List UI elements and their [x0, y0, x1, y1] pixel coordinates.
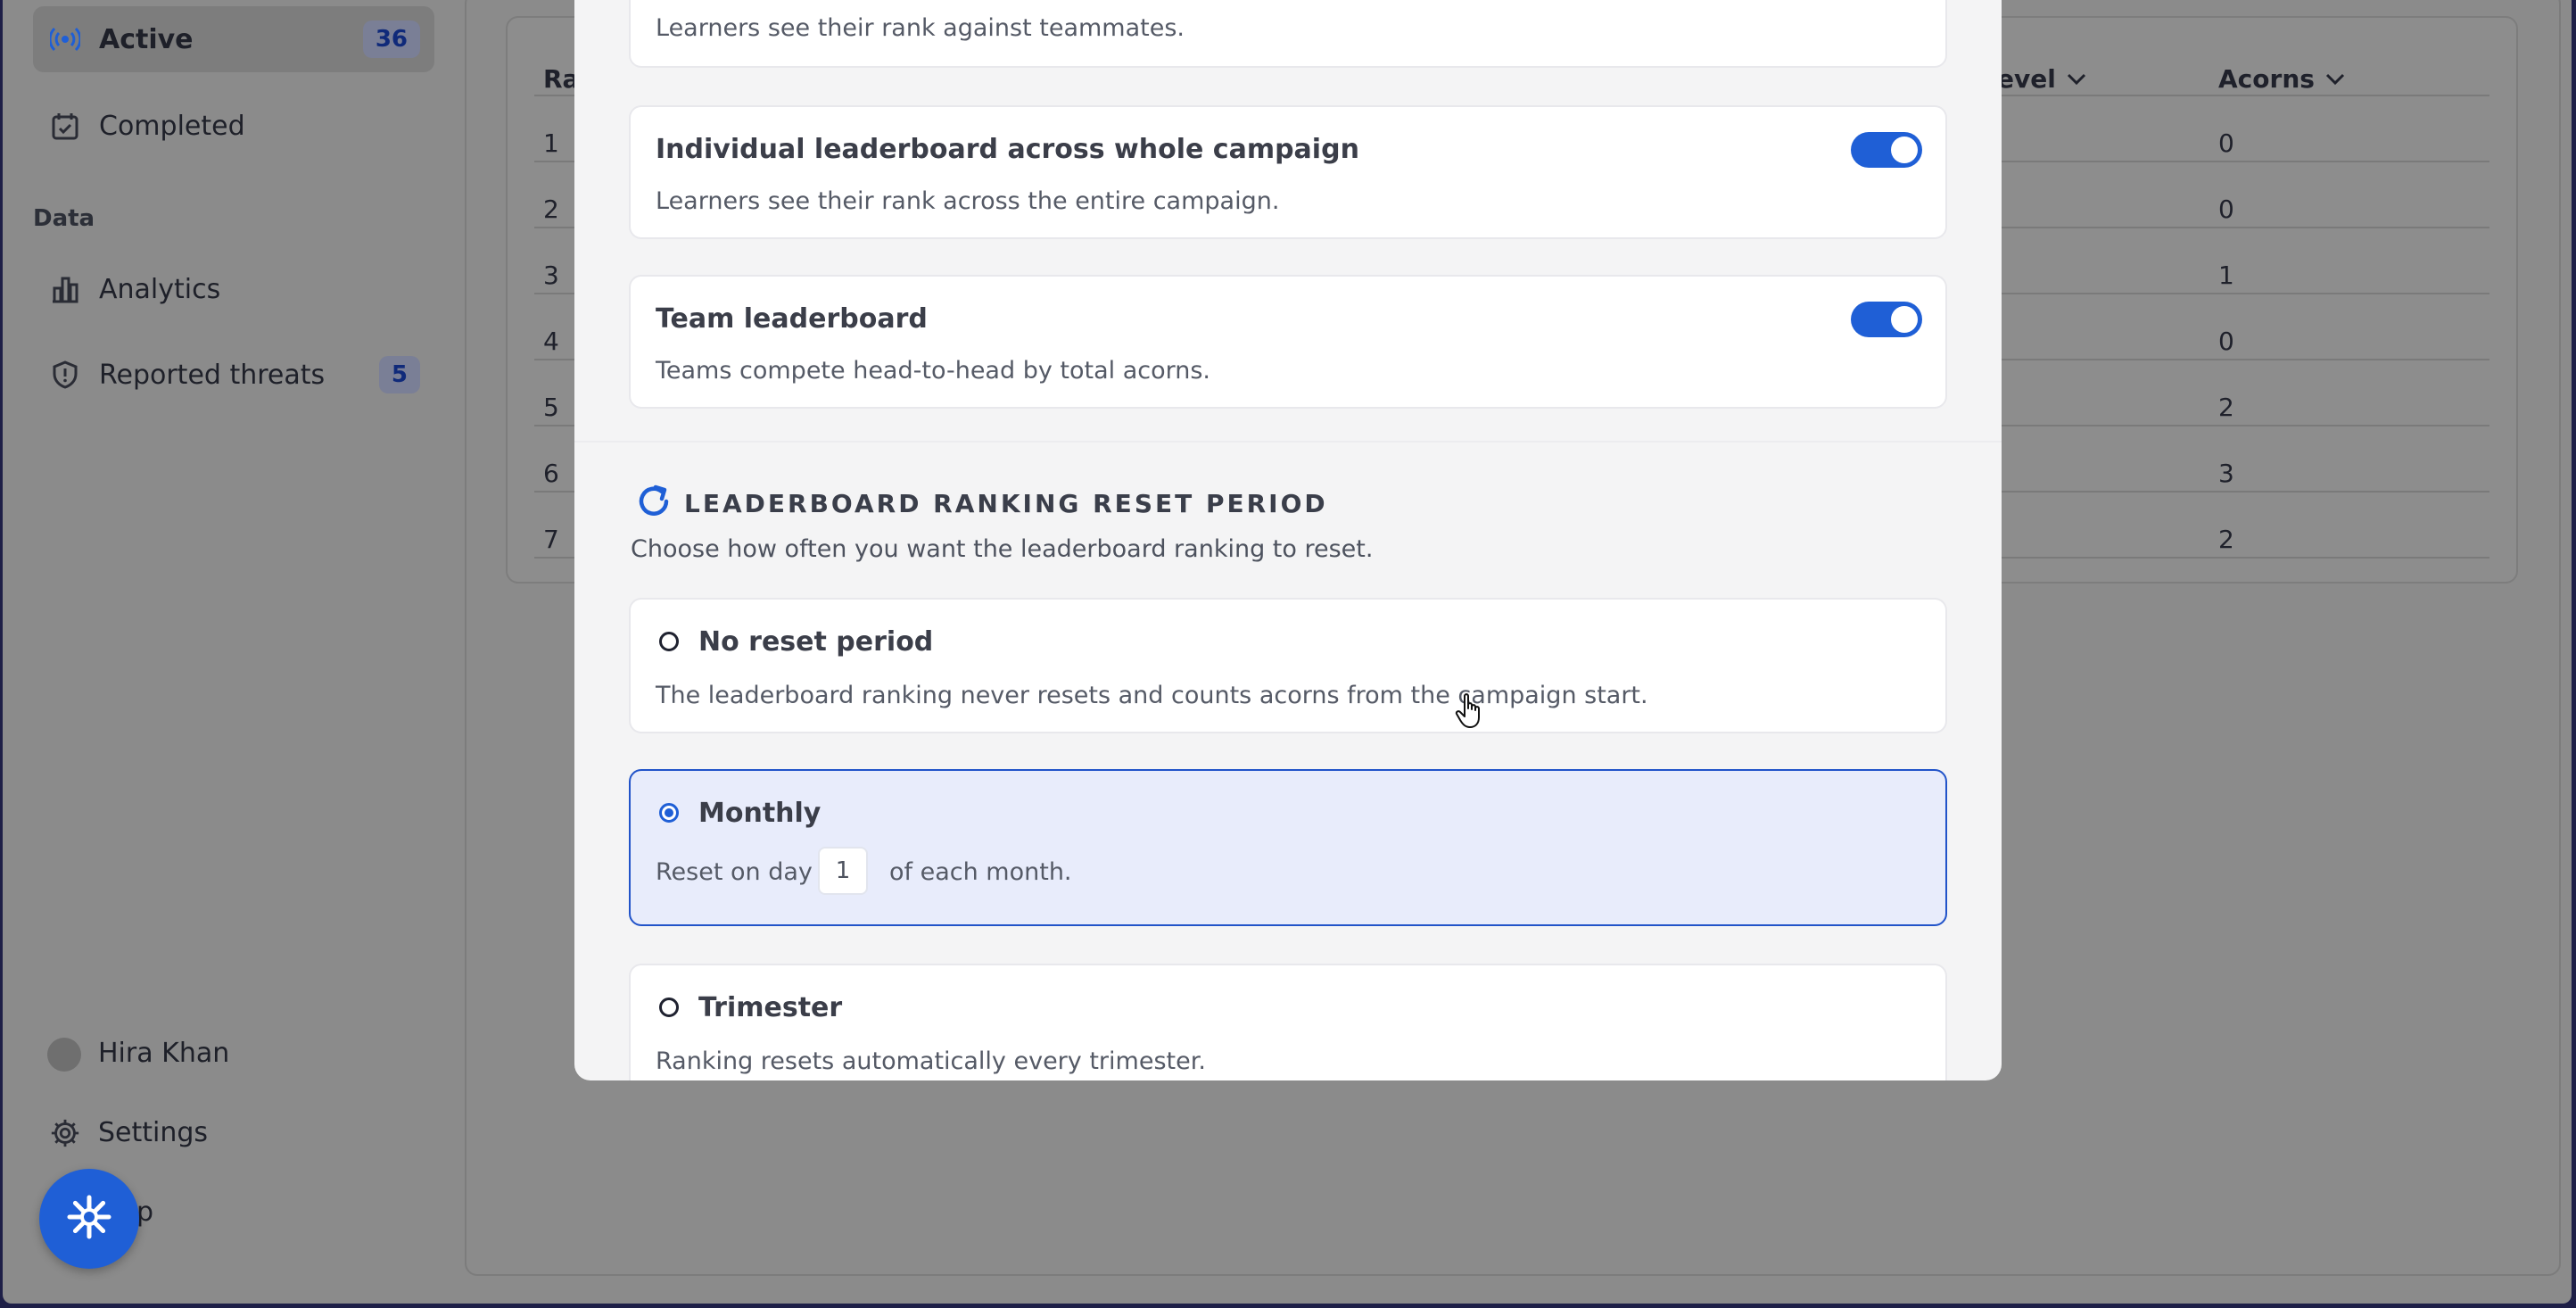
- reset-option-title: No reset period: [698, 626, 934, 658]
- chevron-down-icon: [2067, 73, 2085, 85]
- threats-count-badge: 5: [378, 356, 420, 393]
- sidebar-item-label: Reported threats: [99, 359, 326, 391]
- reset-day-label: Reset on day: [656, 858, 813, 886]
- help-link[interactable]: p: [136, 1196, 153, 1228]
- individual-leaderboard-card: Individual leaderboard across whole camp…: [629, 105, 1947, 239]
- shield-alert-icon: [49, 359, 81, 391]
- col-header-acorns-label: Acorns: [2218, 64, 2315, 94]
- app-screen: Active 36 Completed Data Analytics Repor…: [3, 0, 2572, 1304]
- leaderboard-settings-modal: Learners see their rank against teammate…: [574, 0, 2002, 1080]
- reset-option-none[interactable]: No reset period The leaderboard ranking …: [629, 598, 1947, 733]
- team-rank-desc: Learners see their rank against teammate…: [656, 14, 1185, 42]
- rank-cell: 4: [543, 327, 559, 356]
- section-divider: [574, 441, 2002, 443]
- rank-cell: 2: [543, 195, 559, 224]
- avatar[interactable]: [47, 1038, 81, 1072]
- chevron-down-icon: [2325, 73, 2344, 85]
- rank-cell: 3: [543, 261, 559, 290]
- col-header-level-label: evel: [1997, 64, 2056, 94]
- broadcast-icon: [49, 23, 81, 55]
- bar-chart-icon: [49, 273, 81, 305]
- user-name[interactable]: Hira Khan: [98, 1038, 229, 1069]
- acorns-cell: 3: [2218, 459, 2234, 488]
- individual-leaderboard-toggle[interactable]: [1851, 132, 1922, 168]
- reset-option-monthly[interactable]: Monthly Reset on day of each month.: [629, 769, 1947, 926]
- sparkle-icon: [65, 1193, 113, 1245]
- toggle-knob: [1891, 137, 1918, 163]
- rank-cell: 5: [543, 393, 559, 422]
- radio-no-reset[interactable]: [659, 632, 679, 651]
- assistant-launcher-button[interactable]: [39, 1169, 139, 1269]
- reset-option-title: Monthly: [698, 798, 822, 829]
- team-leaderboard-desc: Teams compete head-to-head by total acor…: [656, 357, 1211, 385]
- acorns-cell: 1: [2218, 261, 2234, 290]
- hand-pointer-cursor-icon: [1455, 692, 1485, 730]
- rank-cell: 7: [543, 525, 559, 554]
- reset-option-trimester[interactable]: Trimester Ranking resets automatically e…: [629, 964, 1947, 1080]
- acorns-cell: 2: [2218, 525, 2234, 554]
- sidebar-item-label: Completed: [99, 110, 245, 142]
- radio-trimester[interactable]: [659, 998, 679, 1017]
- sidebar-item-label: Analytics: [99, 273, 221, 305]
- acorns-cell: 2: [2218, 393, 2234, 422]
- sidebar-item-label: Active: [99, 23, 194, 55]
- refresh-icon: [634, 482, 673, 521]
- reset-option-desc: Ranking resets automatically every trime…: [656, 1047, 1206, 1075]
- team-rank-card: Learners see their rank against teammate…: [629, 0, 1947, 68]
- active-count-badge: 36: [362, 21, 420, 58]
- reset-day-input[interactable]: [818, 847, 868, 895]
- acorns-cell: 0: [2218, 195, 2234, 224]
- col-header-acorns[interactable]: Acorns: [2218, 64, 2345, 94]
- individual-leaderboard-desc: Learners see their rank across the entir…: [656, 187, 1280, 215]
- acorns-cell: 0: [2218, 128, 2234, 158]
- sidebar-section-data: Data: [33, 205, 95, 232]
- acorns-cell: 0: [2218, 327, 2234, 356]
- calendar-check-icon: [49, 110, 81, 142]
- reset-period-heading: LEADERBOARD RANKING RESET PERIOD: [684, 489, 1328, 518]
- settings-link[interactable]: Settings: [98, 1117, 208, 1148]
- col-header-level[interactable]: evel: [1997, 64, 2086, 94]
- team-leaderboard-title: Team leaderboard: [656, 303, 928, 335]
- team-leaderboard-toggle[interactable]: [1851, 302, 1922, 337]
- reset-period-subtitle: Choose how often you want the leaderboar…: [631, 535, 1374, 563]
- team-leaderboard-card: Team leaderboard Teams compete head-to-h…: [629, 275, 1947, 409]
- rank-cell: 6: [543, 459, 559, 488]
- rank-cell: 1: [543, 128, 559, 158]
- sidebar: Active 36 Completed Data Analytics Repor…: [3, 0, 459, 1304]
- sidebar-item-reported-threats[interactable]: Reported threats 5: [33, 342, 434, 408]
- sidebar-item-active[interactable]: Active 36: [33, 6, 434, 72]
- gear-icon: [49, 1117, 81, 1149]
- reset-option-desc: The leaderboard ranking never resets and…: [656, 682, 1648, 709]
- sidebar-item-analytics[interactable]: Analytics: [33, 256, 434, 322]
- toggle-knob: [1891, 306, 1918, 333]
- individual-leaderboard-title: Individual leaderboard across whole camp…: [656, 134, 1359, 165]
- sidebar-item-completed[interactable]: Completed: [33, 93, 434, 159]
- radio-monthly[interactable]: [659, 803, 679, 823]
- reset-day-suffix: of each month.: [889, 858, 1072, 886]
- reset-option-title: Trimester: [698, 992, 843, 1023]
